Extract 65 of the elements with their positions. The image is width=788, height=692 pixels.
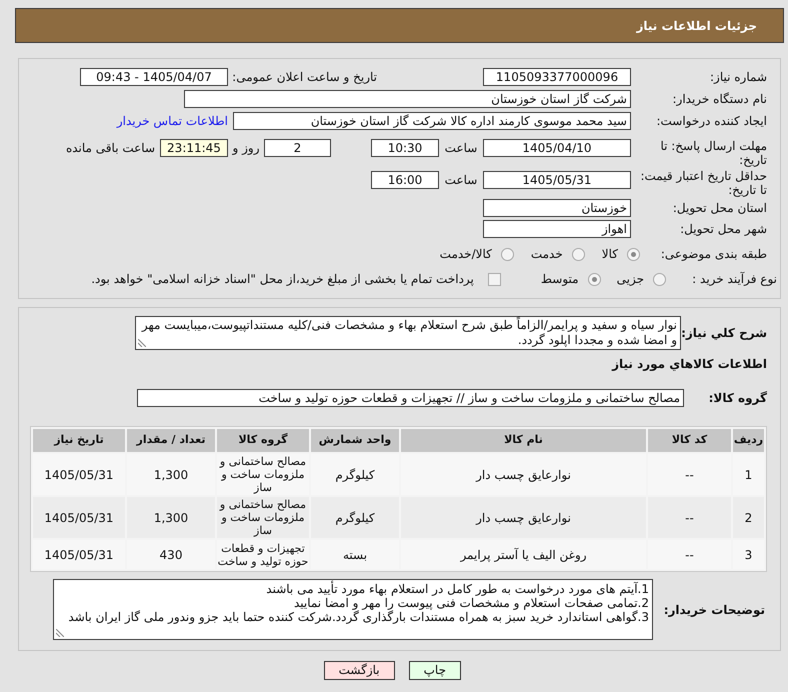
- field-label: گروه کالا:: [708, 391, 767, 405]
- column-header: کد کالا: [648, 429, 731, 452]
- column-header: نام کالا: [401, 429, 646, 452]
- table-cell: نوارعایق چسب دار: [401, 497, 646, 538]
- goods-group-field[interactable]: مصالح ساختمانی و ملزومات ساخت و ساز // تجهیزات و قطعات حوزه تولید و ساخت: [137, 389, 684, 407]
- time-label: ساعت: [444, 172, 478, 189]
- column-header: تاریخ نیاز: [33, 429, 125, 452]
- table-cell: 2: [733, 497, 764, 538]
- announce-date-field[interactable]: 1405/04/07 - 09:43: [80, 68, 228, 86]
- column-header: تعداد / مقدار: [127, 429, 215, 452]
- field-label: ایجاد کننده درخواست:: [655, 114, 767, 128]
- province-field[interactable]: خوزستان: [483, 199, 631, 217]
- column-header: گروه کالا: [217, 429, 309, 452]
- field-label: شرح کلي نياز:: [681, 326, 767, 340]
- radio-label: جزیی: [616, 271, 644, 288]
- buyer-org-field[interactable]: شرکت گاز استان خوزستان: [184, 90, 631, 108]
- table-cell: --: [648, 497, 731, 538]
- description-field[interactable]: نوار سیاه و سفید و پرایمر/الزاماً طبق شرح استعلام بهاء و مشخصات فنی/کلیه مستنداتپیوست،میبایست مهر و امضا شده و مجددا اپلود گردد.: [135, 316, 681, 350]
- validity-date-field[interactable]: 1405/05/31: [483, 171, 631, 189]
- print-button[interactable]: چاپ: [408, 661, 461, 680]
- checkbox-label: پرداخت تمام یا بخشی از مبلغ خرید،از محل "اسناد خزانه اسلامی" خواهد بود.: [91, 271, 474, 288]
- column-header: واحد شمارش: [311, 429, 399, 452]
- page-title: جزئیات اطلاعات نیاز: [636, 18, 757, 34]
- column-header: ردیف: [733, 429, 764, 452]
- notes-field[interactable]: 1.آیتم های مورد درخواست به طور کامل در استعلام بهاء مورد تأیید می باشند 2.تمامی صفحات استعلام و مشخصات فنی پیوست را مهر و امضا نمایید 3.گواهی استاندارد خرید سبز به همراه مستندات بارگذاری گردد.شرکت کننده حتما باید جزو وندور ملی گاز ایران باشد: [53, 579, 653, 640]
- back-button[interactable]: بازگشت: [324, 661, 395, 680]
- reply-time-field[interactable]: 10:30: [371, 139, 439, 157]
- field-label: مهلت ارسال پاسخ: تا تاریخ:: [659, 139, 767, 167]
- radio-button[interactable]: [588, 272, 601, 286]
- field-label: شماره نیاز:: [709, 70, 767, 84]
- remaining-time-field[interactable]: 23:11:45: [160, 139, 228, 157]
- field-label: تاریخ و ساعت اعلان عمومی:: [231, 70, 377, 84]
- field-label: نام دستگاه خریدار:: [672, 92, 767, 106]
- requester-field[interactable]: سید محمد موسوی کارمند اداره کالا شرکت گاز استان خوزستان: [233, 112, 631, 130]
- field-label: استان محل تحویل:: [672, 201, 767, 215]
- radio-label: کالا/خدمت: [440, 246, 492, 263]
- radio-button[interactable]: [653, 272, 666, 286]
- days-field[interactable]: 2: [264, 139, 331, 157]
- section-title: اطلاعات كالاهاي مورد نياز: [612, 356, 767, 372]
- radio-label: متوسط: [540, 271, 579, 288]
- resize-grip-icon[interactable]: [56, 629, 64, 637]
- field-label: نوع فرآیند خرید :: [691, 272, 777, 286]
- radio-button[interactable]: [627, 248, 640, 260]
- table-cell: 1,300: [127, 497, 215, 538]
- field-label: طبقه بندی موضوعی:: [660, 247, 767, 261]
- remaining-label: ساعت باقی مانده: [66, 140, 155, 157]
- table-cell: کیلوگرم: [311, 497, 399, 538]
- radio-label: خدمت: [530, 246, 563, 263]
- field-label: حداقل تاریخ اعتبار قیمت: تا تاریخ:: [639, 169, 767, 197]
- reply-date-field[interactable]: 1405/04/10: [483, 139, 631, 157]
- contact-link[interactable]: اطلاعات تماس خریدار: [116, 112, 228, 130]
- field-label: شهر محل تحویل:: [679, 222, 767, 236]
- days-label: روز و: [231, 140, 260, 157]
- field-label: توضیحات خریدار:: [662, 602, 766, 616]
- city-field[interactable]: اهواز: [483, 220, 631, 238]
- validity-time-field[interactable]: 16:00: [371, 171, 439, 189]
- need-number-field[interactable]: 1105093377000096: [483, 68, 631, 86]
- radio-button[interactable]: [572, 248, 585, 260]
- time-label: ساعت: [444, 140, 478, 157]
- table-cell: مصالح ساختمانی و ملزومات ساخت و ساز: [217, 497, 309, 538]
- checkbox[interactable]: [488, 272, 501, 286]
- table-cell: 1405/05/31: [33, 497, 125, 538]
- radio-button[interactable]: [500, 248, 514, 260]
- radio-label: کالا: [602, 246, 618, 263]
- resize-grip-icon[interactable]: [138, 339, 146, 347]
